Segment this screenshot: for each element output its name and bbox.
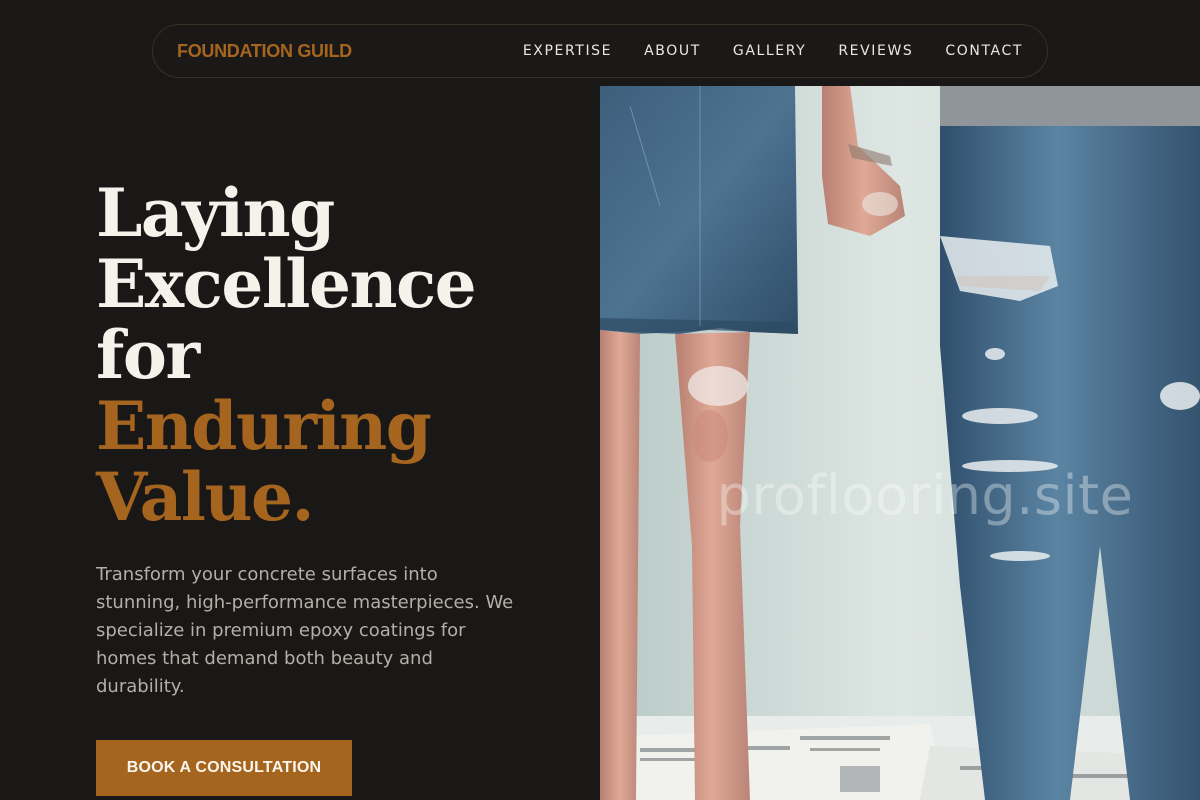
nav-link-gallery[interactable]: GALLERY bbox=[733, 43, 806, 59]
hero-photo-illustration bbox=[600, 86, 1200, 800]
nav-links: EXPERTISE ABOUT GALLERY REVIEWS CONTACT bbox=[523, 43, 1023, 59]
hero-title-line: Laying bbox=[96, 174, 335, 252]
hero-title: Laying Excellence for Enduring Value. bbox=[96, 178, 576, 533]
top-navbar: FOUNDATION GUILD EXPERTISE ABOUT GALLERY… bbox=[152, 24, 1048, 78]
nav-link-expertise[interactable]: EXPERTISE bbox=[523, 43, 612, 59]
nav-link-reviews[interactable]: REVIEWS bbox=[838, 43, 913, 59]
nav-link-about[interactable]: ABOUT bbox=[644, 43, 701, 59]
hero-title-line: Excellence bbox=[96, 245, 477, 323]
hero-image: proflooring.site bbox=[600, 86, 1200, 800]
nav-link-contact[interactable]: CONTACT bbox=[945, 43, 1023, 59]
hero-description: Transform your concrete surfaces into st… bbox=[96, 564, 514, 697]
hero-title-accent-line: Enduring bbox=[96, 387, 432, 465]
hero-title-accent-line: Value. bbox=[96, 458, 314, 536]
book-consultation-button[interactable]: BOOK A CONSULTATION bbox=[96, 740, 352, 796]
hero-title-line: for bbox=[96, 316, 200, 394]
brand-logo[interactable]: FOUNDATION GUILD bbox=[177, 41, 352, 62]
